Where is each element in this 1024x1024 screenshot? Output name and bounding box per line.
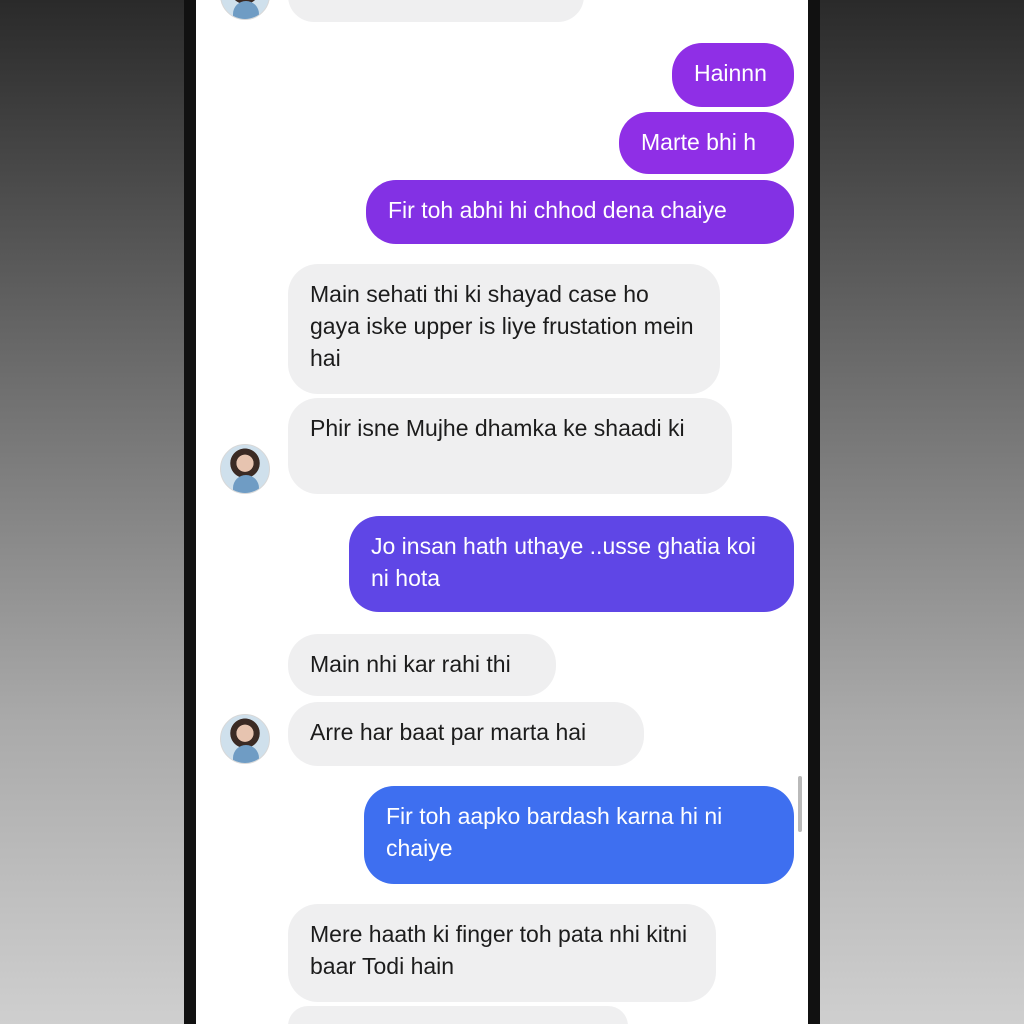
incoming-message[interactable]: Main nhi kar rahi thi — [288, 634, 556, 696]
phone-frame-left — [184, 0, 196, 1024]
incoming-message[interactable]: Mere haath ki finger toh pata nhi kitni … — [288, 904, 716, 1002]
scrollbar[interactable] — [798, 776, 802, 832]
incoming-message[interactable]: Arre har baat par marta hai — [288, 702, 644, 766]
outgoing-message[interactable]: Hainnn — [672, 43, 794, 107]
contact-avatar-icon[interactable] — [220, 444, 270, 494]
partial-incoming-bubble — [288, 1006, 628, 1024]
contact-avatar-icon[interactable] — [220, 0, 270, 20]
chat-screen[interactable]: Hainnn Marte bhi h Fir toh abhi hi chhod… — [196, 0, 808, 1024]
incoming-message[interactable]: Phir isne Mujhe dhamka ke shaadi ki — [288, 398, 732, 494]
outgoing-message[interactable]: Fir toh aapko bardash karna hi ni chaiye — [364, 786, 794, 884]
partial-incoming-bubble — [288, 0, 584, 22]
outgoing-message[interactable]: Fir toh abhi hi chhod dena chaiye — [366, 180, 794, 244]
phone-frame-right — [808, 0, 820, 1024]
incoming-message[interactable]: Main sehati thi ki shayad case ho gaya i… — [288, 264, 720, 394]
outgoing-message[interactable]: Jo insan hath uthaye ..usse ghatia koi n… — [349, 516, 794, 612]
outgoing-message[interactable]: Marte bhi h — [619, 112, 794, 174]
contact-avatar-icon[interactable] — [220, 714, 270, 764]
